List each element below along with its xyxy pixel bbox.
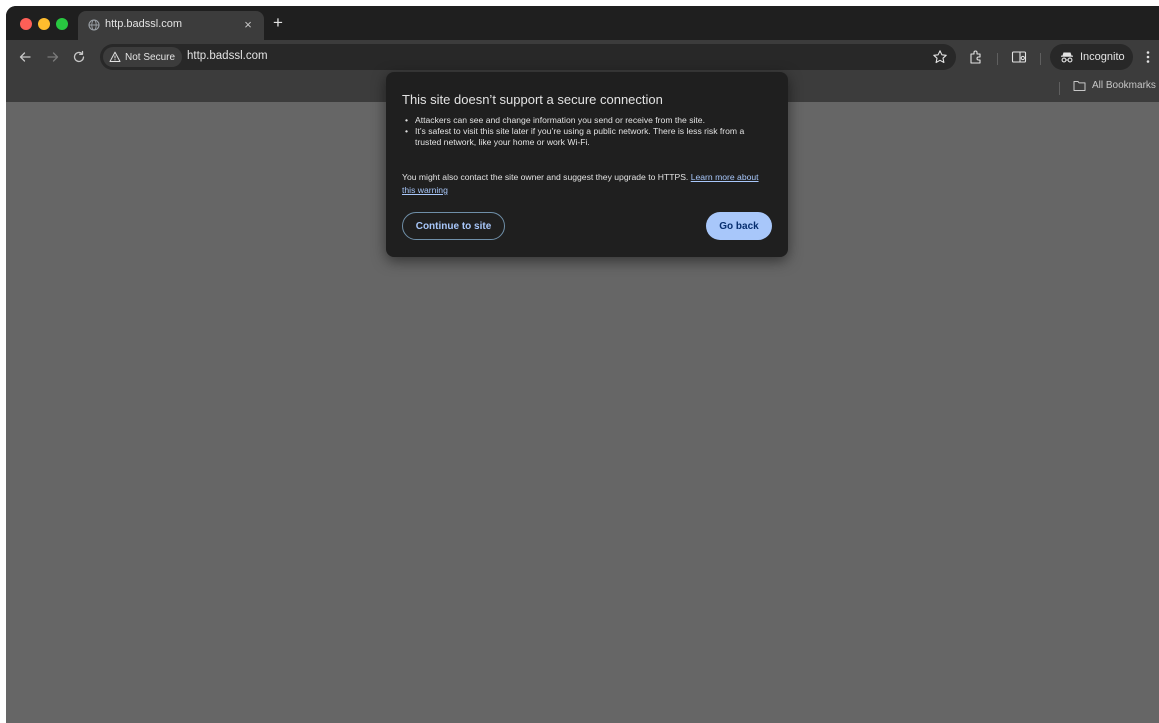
new-tab-button[interactable]: + xyxy=(268,13,288,33)
address-bar[interactable]: Not Secure http.badssl.com xyxy=(100,44,956,70)
url-text[interactable]: http.badssl.com xyxy=(187,50,268,62)
extensions-icon[interactable] xyxy=(968,49,984,65)
globe-icon xyxy=(88,19,100,31)
forward-button[interactable] xyxy=(44,48,62,66)
all-bookmarks-label: All Bookmarks xyxy=(1092,80,1156,91)
close-window-button[interactable] xyxy=(20,18,32,30)
zoom-window-button[interactable] xyxy=(56,18,68,30)
minimize-window-button[interactable] xyxy=(38,18,50,30)
popup-note-text: You might also contact the site owner an… xyxy=(402,172,691,182)
incognito-label: Incognito xyxy=(1080,51,1125,63)
security-warning-popup: This site doesn’t support a secure conne… xyxy=(386,72,788,257)
bookmark-star-icon[interactable] xyxy=(932,49,948,65)
arrow-right-icon xyxy=(47,52,59,62)
browser-window: http.badssl.com × + Not Secure http.bads… xyxy=(6,6,1159,723)
popup-bullet: It’s safest to visit this site later if … xyxy=(402,126,772,148)
back-button[interactable] xyxy=(16,48,34,66)
toolbar-divider xyxy=(1040,53,1041,65)
popup-note: You might also contact the site owner an… xyxy=(402,171,774,197)
popup-bullet: Attackers can see and change information… xyxy=(402,115,772,126)
all-bookmarks-button[interactable]: All Bookmarks xyxy=(1073,80,1156,91)
tab-strip: http.badssl.com × + xyxy=(6,6,1159,40)
folder-icon xyxy=(1073,81,1086,91)
toolbar-divider xyxy=(997,53,998,65)
reload-button[interactable] xyxy=(70,48,88,66)
reading-list-icon[interactable] xyxy=(1011,49,1027,65)
incognito-icon xyxy=(1061,52,1073,63)
more-menu-icon[interactable] xyxy=(1143,49,1153,65)
popup-title: This site doesn’t support a secure conne… xyxy=(402,92,663,107)
incognito-button[interactable]: Incognito xyxy=(1050,44,1133,70)
tab-active[interactable]: http.badssl.com × xyxy=(78,11,264,40)
security-chip-label: Not Secure xyxy=(125,51,176,63)
tab-close-icon[interactable]: × xyxy=(240,17,256,33)
continue-to-site-button[interactable]: Continue to site xyxy=(402,212,505,240)
popup-bullets: Attackers can see and change information… xyxy=(402,115,772,148)
reload-icon xyxy=(73,50,85,63)
security-chip[interactable]: Not Secure xyxy=(103,47,183,67)
tab-title: http.badssl.com xyxy=(105,18,183,30)
arrow-left-icon xyxy=(19,52,31,62)
warning-icon xyxy=(109,51,121,62)
toolbar: Not Secure http.badssl.com Incognito xyxy=(6,40,1159,74)
go-back-button[interactable]: Go back xyxy=(706,212,772,240)
bookmarks-divider xyxy=(1059,82,1060,95)
